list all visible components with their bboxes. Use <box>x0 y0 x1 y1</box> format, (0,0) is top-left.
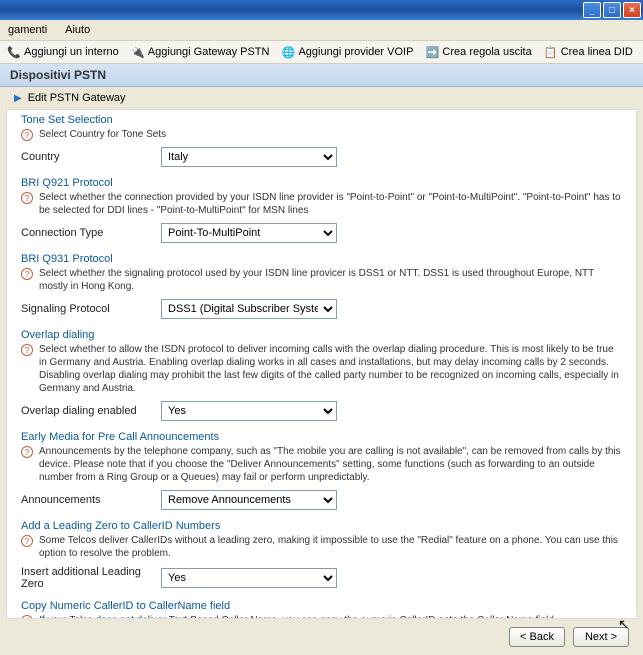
help-icon[interactable]: ? <box>21 268 33 280</box>
overlap-enabled-label: Overlap dialing enabled <box>21 405 161 417</box>
country-select[interactable]: Italy <box>161 147 337 167</box>
voip-icon: 🌐 <box>281 45 295 59</box>
signaling-protocol-select[interactable]: DSS1 (Digital Subscriber System No. 1) <box>161 299 337 319</box>
help-icon[interactable]: ? <box>21 446 33 458</box>
rule-icon: ➡️ <box>425 45 439 59</box>
tool-create-outbound-rule[interactable]: ➡️ Crea regola uscita <box>422 44 534 60</box>
breadcrumb-label: Edit PSTN Gateway <box>28 92 126 104</box>
help-icon[interactable]: ? <box>21 535 33 547</box>
section-title: Tone Set Selection <box>21 114 622 126</box>
section-title: Copy Numeric CallerID to CallerName fiel… <box>21 600 622 612</box>
window-titlebar: _ □ × <box>0 0 643 20</box>
announcements-select[interactable]: Remove Announcements <box>161 490 337 510</box>
leading-zero-label: Insert additional Leading Zero <box>21 566 161 590</box>
extension-icon: 📞 <box>7 45 21 59</box>
tool-label: Crea regola uscita <box>442 46 531 58</box>
tool-label: Crea linea DID <box>561 46 633 58</box>
section-desc: Announcements by the telephone company, … <box>39 445 622 484</box>
menubar: gamenti Aiuto <box>0 20 643 40</box>
section-leadingzero: Add a Leading Zero to CallerID Numbers ?… <box>21 520 622 590</box>
tool-add-pstn-gateway[interactable]: 🔌 Aggiungi Gateway PSTN <box>128 44 273 60</box>
section-desc: Select whether the connection provided b… <box>39 191 622 217</box>
section-toneset: Tone Set Selection ? Select Country for … <box>21 114 622 167</box>
next-button[interactable]: Next > <box>573 627 629 647</box>
tool-add-extension[interactable]: 📞 Aggiungi un interno <box>4 44 122 60</box>
section-copycallerid: Copy Numeric CallerID to CallerName fiel… <box>21 600 622 619</box>
close-button[interactable]: × <box>623 2 641 18</box>
signaling-protocol-label: Signaling Protocol <box>21 303 161 315</box>
arrow-icon: ▶ <box>14 93 22 104</box>
tool-label: Aggiungi Gateway PSTN <box>148 46 270 58</box>
help-icon[interactable]: ? <box>21 129 33 141</box>
announcements-label: Announcements <box>21 494 161 506</box>
leading-zero-select[interactable]: Yes <box>161 568 337 588</box>
section-title: Early Media for Pre Call Announcements <box>21 431 622 443</box>
section-desc: Select Country for Tone Sets <box>39 128 166 141</box>
connection-type-label: Connection Type <box>21 227 161 239</box>
back-button[interactable]: < Back <box>509 627 565 647</box>
minimize-button[interactable]: _ <box>583 2 601 18</box>
help-icon[interactable]: ? <box>21 344 33 356</box>
section-title: BRI Q931 Protocol <box>21 253 622 265</box>
section-q931: BRI Q931 Protocol ? Select whether the s… <box>21 253 622 319</box>
toolbar: 📞 Aggiungi un interno 🔌 Aggiungi Gateway… <box>0 40 643 64</box>
section-title: Overlap dialing <box>21 329 622 341</box>
overlap-enabled-select[interactable]: Yes <box>161 401 337 421</box>
menu-aiuto[interactable]: Aiuto <box>61 22 94 38</box>
footer: < Back Next > <box>0 619 643 655</box>
breadcrumb: ▶ Edit PSTN Gateway <box>0 87 643 109</box>
connection-type-select[interactable]: Point-To-MultiPoint <box>161 223 337 243</box>
section-title: Add a Leading Zero to CallerID Numbers <box>21 520 622 532</box>
content-panel: Tone Set Selection ? Select Country for … <box>6 109 637 619</box>
gateway-icon: 🔌 <box>131 45 145 59</box>
section-q921: BRI Q921 Protocol ? Select whether the c… <box>21 177 622 243</box>
help-icon[interactable]: ? <box>21 192 33 204</box>
tool-label: Aggiungi provider VOIP <box>298 46 413 58</box>
did-icon: 📋 <box>544 45 558 59</box>
section-desc: Select whether to allow the ISDN protoco… <box>39 343 622 395</box>
menu-gamenti[interactable]: gamenti <box>4 22 51 38</box>
section-desc: Some Telcos deliver CallerIDs without a … <box>39 534 622 560</box>
tool-add-voip-provider[interactable]: 🌐 Aggiungi provider VOIP <box>278 44 416 60</box>
tool-label: Aggiungi un interno <box>24 46 119 58</box>
page-title: Dispositivi PSTN <box>0 64 643 87</box>
section-desc: Select whether the signaling protocol us… <box>39 267 622 293</box>
section-title: BRI Q921 Protocol <box>21 177 622 189</box>
section-earlymedia: Early Media for Pre Call Announcements ?… <box>21 431 622 510</box>
country-label: Country <box>21 151 161 163</box>
tool-create-did-line[interactable]: 📋 Crea linea DID <box>541 44 636 60</box>
section-overlap: Overlap dialing ? Select whether to allo… <box>21 329 622 421</box>
maximize-button[interactable]: □ <box>603 2 621 18</box>
